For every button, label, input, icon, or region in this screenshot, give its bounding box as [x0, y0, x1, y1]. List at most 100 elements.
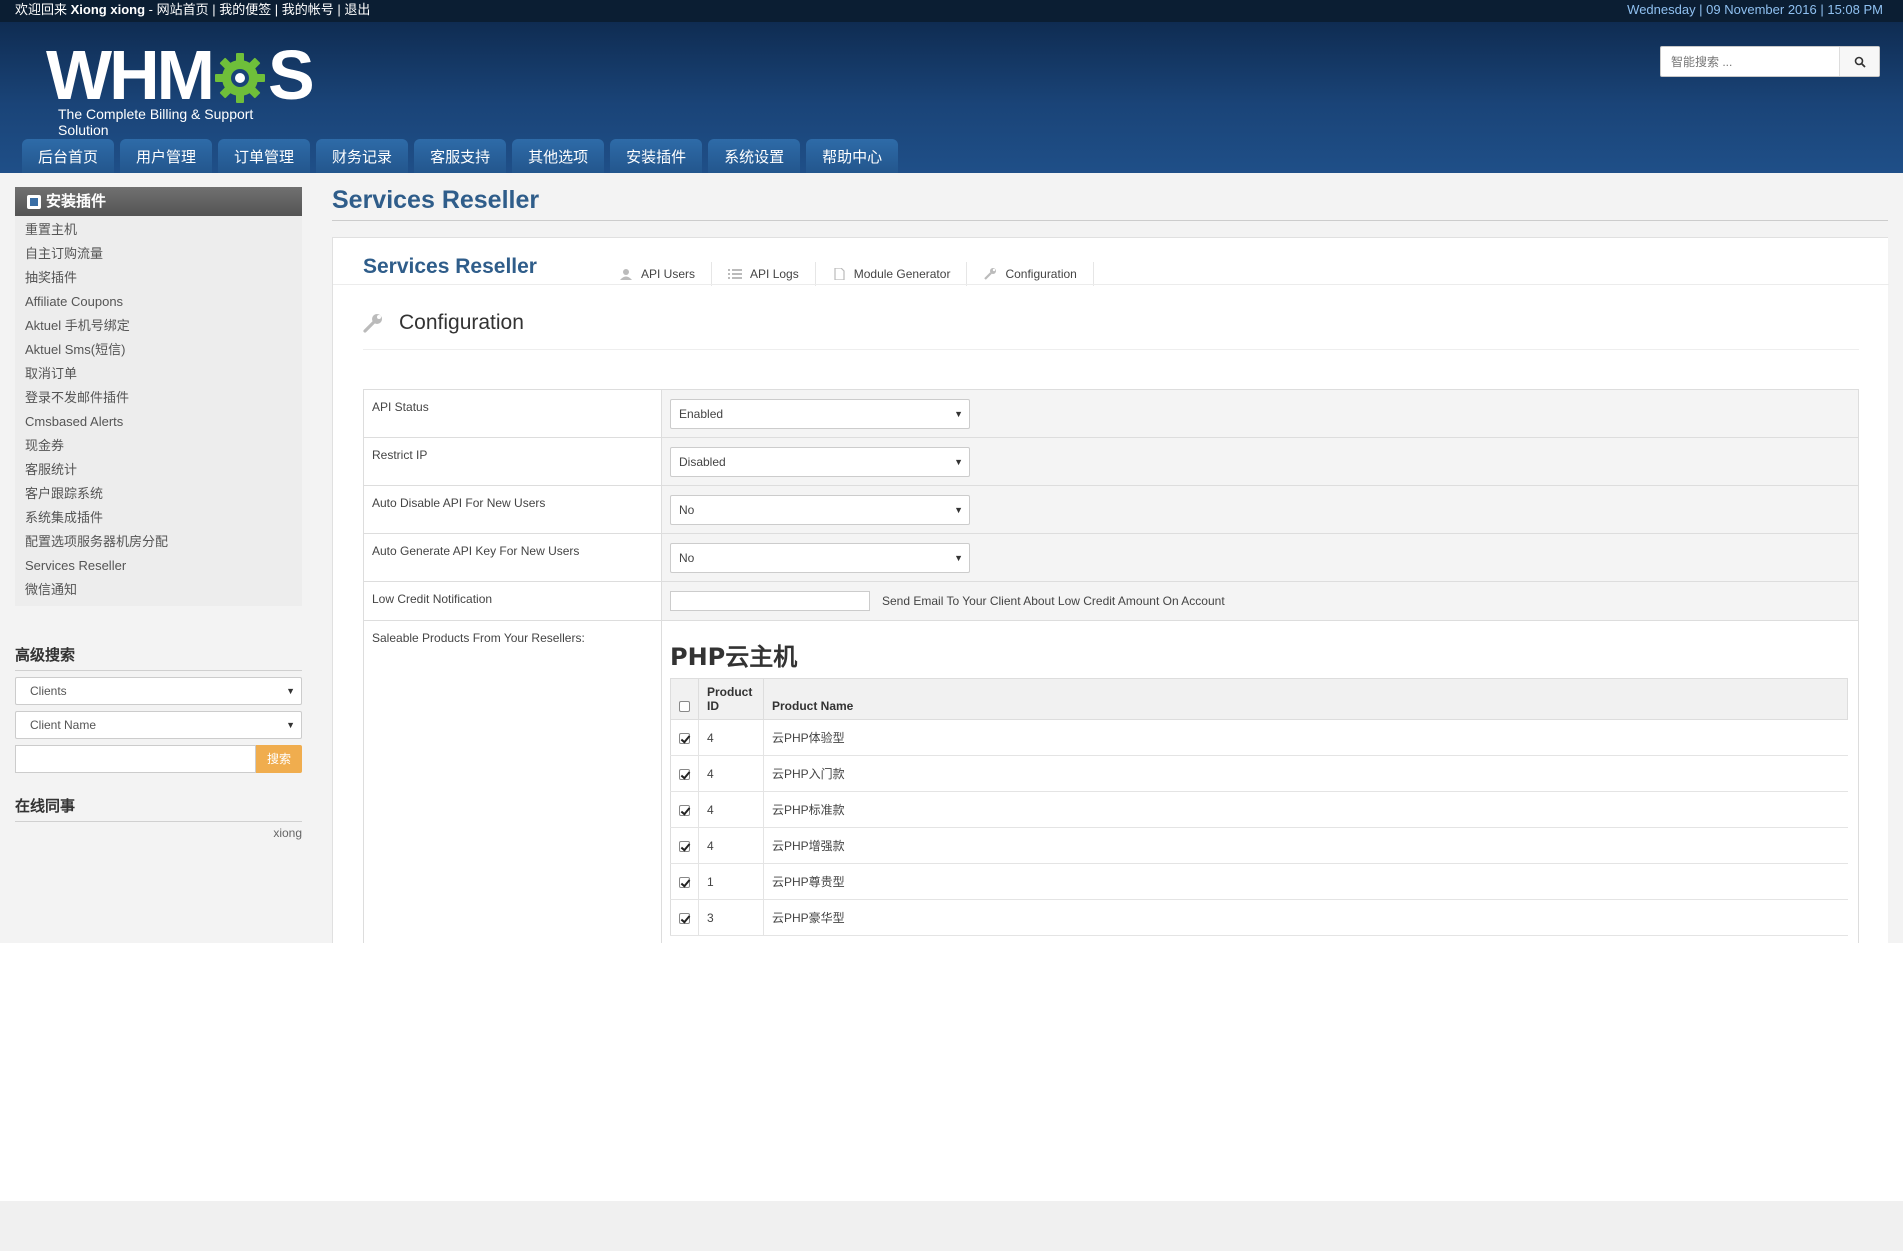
nav-tab-utilities[interactable]: 其他选项 — [512, 139, 605, 173]
nav-tab-addons[interactable]: 安装插件 — [610, 139, 703, 173]
product-checkbox[interactable] — [679, 840, 690, 852]
form-label: API Status — [364, 390, 662, 437]
product-id: 4 — [698, 791, 764, 828]
search-field-value: Client Name — [30, 718, 97, 732]
table-row: 4 云PHP增强款 — [670, 827, 1848, 864]
whmcs-logo[interactable]: WHM S The Complete Billing & Support Sol… — [46, 36, 315, 138]
select-value: No — [679, 502, 695, 517]
product-checkbox[interactable] — [679, 912, 690, 924]
page-blank-area — [0, 943, 1903, 1201]
sidebar-item[interactable]: 取消订单 — [15, 362, 302, 386]
nav-tab-billing[interactable]: 财务记录 — [316, 139, 409, 173]
sidebar-item[interactable]: 登录不发邮件插件 — [15, 386, 302, 410]
table-row: 4 云PHP入门款 — [670, 755, 1848, 792]
module-tabs: API Users API Logs Module Generator Conf… — [603, 262, 1094, 294]
search-button[interactable] — [1839, 47, 1879, 76]
sidebar-header: 安装插件 — [15, 187, 302, 216]
low-credit-hint: Send Email To Your Client About Low Cred… — [882, 594, 1225, 608]
sidebar-item[interactable]: Affiliate Coupons — [15, 290, 302, 314]
nav-tab-home[interactable]: 后台首页 — [22, 139, 115, 173]
product-checkbox[interactable] — [679, 732, 690, 744]
search-field-select[interactable]: Client Name ▼ — [15, 711, 302, 739]
sidebar-item[interactable]: 自主订购流量 — [15, 242, 302, 266]
sidebar-item[interactable]: 配置选项服务器机房分配 — [15, 530, 302, 554]
online-staff-title: 在线同事 — [15, 795, 302, 822]
section-title: Configuration — [399, 311, 524, 334]
product-id: 1 — [698, 863, 764, 900]
table-row: 1 云PHP尊贵型 — [670, 863, 1848, 900]
form-label: Restrict IP — [364, 438, 662, 485]
nav-tab-setup[interactable]: 系统设置 — [708, 139, 801, 173]
nav-tab-support[interactable]: 客服支持 — [414, 139, 507, 173]
table-row: 4 云PHP标准款 — [670, 791, 1848, 828]
sidebar-item[interactable]: 重置主机 — [15, 218, 302, 242]
logo-text-left: WHM — [46, 36, 215, 114]
list-icon — [728, 269, 743, 279]
auto-generate-select[interactable]: No ▼ — [670, 542, 970, 573]
tab-label: API Logs — [750, 267, 799, 281]
tab-configuration[interactable]: Configuration — [967, 262, 1094, 286]
tab-module-generator[interactable]: Module Generator — [816, 262, 968, 286]
product-checkbox[interactable] — [679, 876, 690, 888]
nav-tab-orders[interactable]: 订单管理 — [218, 139, 311, 173]
product-name: 云PHP增强款 — [763, 827, 1848, 864]
divider — [332, 220, 1888, 221]
sidebar-item[interactable]: 抽奖插件 — [15, 266, 302, 290]
tab-api-logs[interactable]: API Logs — [712, 262, 816, 286]
module-title: Services Reseller — [363, 255, 537, 278]
column-header: Product ID — [698, 678, 764, 720]
user-icon — [620, 269, 632, 280]
wrench-icon — [363, 314, 382, 333]
page-title: Services Reseller — [332, 186, 540, 214]
product-name: 云PHP入门款 — [763, 755, 1848, 792]
top-links[interactable]: - 网站首页 | 我的便签 | 我的帐号 | 退出 — [149, 2, 371, 17]
restrict-ip-select[interactable]: Disabled ▼ — [670, 446, 970, 477]
sidebar-item[interactable]: 微信通知 — [15, 578, 302, 602]
section-header: Configuration — [363, 311, 524, 335]
search-type-select[interactable]: Clients ▼ — [15, 677, 302, 705]
select-value: No — [679, 550, 695, 565]
sidebar-item[interactable]: 客户跟踪系统 — [15, 482, 302, 506]
caret-down-icon: ▼ — [954, 456, 963, 467]
nav-tab-help[interactable]: 帮助中心 — [806, 139, 899, 173]
configuration-form: API Status Enabled ▼ Restrict IP Disable… — [363, 389, 1859, 952]
nav-tab-clients[interactable]: 用户管理 — [120, 139, 213, 173]
sidebar-item[interactable]: Aktuel Sms(短信) — [15, 338, 302, 362]
tab-api-users[interactable]: API Users — [603, 262, 713, 286]
form-row-auto-disable: Auto Disable API For New Users No ▼ — [364, 486, 1858, 534]
select-value: Enabled — [679, 406, 724, 421]
column-header: Product Name — [763, 678, 1848, 720]
product-id: 3 — [698, 899, 764, 936]
table-row: 3 云PHP豪华型 — [670, 899, 1848, 936]
form-label: Low Credit Notification — [364, 582, 662, 620]
select-all-checkbox[interactable] — [679, 701, 690, 713]
form-row-saleable: Saleable Products From Your Resellers: P… — [364, 621, 1858, 951]
caret-down-icon: ▼ — [954, 408, 963, 419]
sidebar-item[interactable]: 客服统计 — [15, 458, 302, 482]
sidebar-item[interactable]: Cmsbased Alerts — [15, 410, 302, 434]
sidebar-item-services-reseller[interactable]: Services Reseller — [15, 554, 302, 578]
product-name: 云PHP尊贵型 — [763, 863, 1848, 900]
form-label: Auto Generate API Key For New Users — [364, 534, 662, 581]
sidebar-item[interactable]: Aktuel 手机号绑定 — [15, 314, 302, 338]
tab-label: API Users — [641, 267, 696, 281]
product-group-title: PHP云主机 — [670, 643, 798, 671]
product-checkbox[interactable] — [679, 804, 690, 816]
product-id: 4 — [698, 755, 764, 792]
divider — [363, 349, 1859, 350]
user-name[interactable]: Xiong xiong — [71, 2, 145, 17]
sidebar-item[interactable]: 现金券 — [15, 434, 302, 458]
api-status-select[interactable]: Enabled ▼ — [670, 398, 970, 429]
advanced-search-button[interactable]: 搜索 — [256, 745, 302, 773]
search-input[interactable] — [1661, 47, 1839, 76]
search-type-value: Clients — [30, 684, 67, 698]
advanced-search-title: 高级搜索 — [15, 644, 302, 671]
datetime: Wednesday | 09 November 2016 | 15:08 PM — [1627, 2, 1883, 17]
search-box — [1660, 46, 1880, 77]
sidebar-item[interactable]: 系统集成插件 — [15, 506, 302, 530]
advanced-search-input[interactable] — [15, 745, 256, 773]
low-credit-input[interactable] — [670, 591, 870, 611]
gear-icon — [213, 48, 267, 103]
auto-disable-select[interactable]: No ▼ — [670, 494, 970, 525]
product-checkbox[interactable] — [679, 768, 690, 780]
